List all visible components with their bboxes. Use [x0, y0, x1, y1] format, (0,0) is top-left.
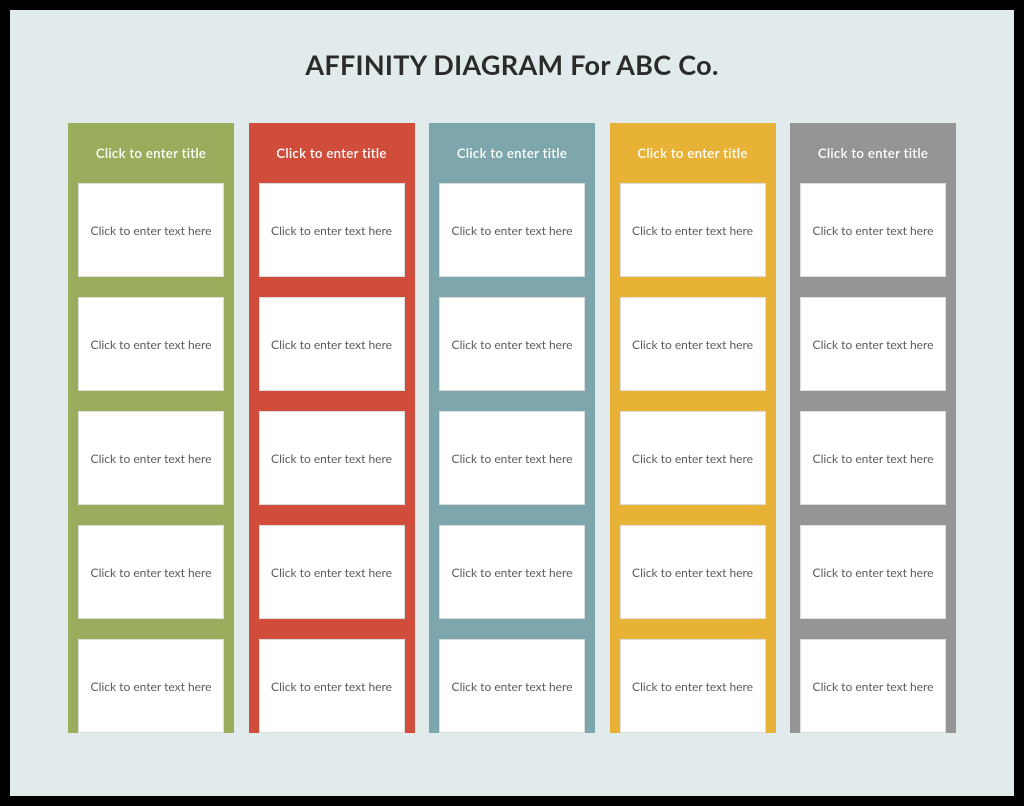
affinity-card[interactable]: Click to enter text here	[78, 639, 224, 733]
outer-frame: AFFINITY DIAGRAM For ABC Co. Click to en…	[0, 0, 1024, 806]
column-title[interactable]: Click to enter title	[610, 123, 776, 183]
page-title[interactable]: AFFINITY DIAGRAM For ABC Co.	[10, 48, 1014, 81]
diagram-canvas: AFFINITY DIAGRAM For ABC Co. Click to en…	[10, 10, 1014, 796]
affinity-column: Click to enter title Click to enter text…	[790, 123, 956, 733]
affinity-column: Click to enter title Click to enter text…	[249, 123, 415, 733]
cards-wrap: Click to enter text here Click to enter …	[249, 183, 415, 733]
affinity-card[interactable]: Click to enter text here	[439, 525, 585, 619]
affinity-card[interactable]: Click to enter text here	[620, 639, 766, 733]
affinity-card[interactable]: Click to enter text here	[800, 411, 946, 505]
columns-container: Click to enter title Click to enter text…	[10, 123, 1014, 733]
affinity-card[interactable]: Click to enter text here	[620, 183, 766, 277]
affinity-card[interactable]: Click to enter text here	[259, 411, 405, 505]
affinity-column: Click to enter title Click to enter text…	[429, 123, 595, 733]
column-title[interactable]: Click to enter title	[249, 123, 415, 183]
affinity-card[interactable]: Click to enter text here	[620, 525, 766, 619]
affinity-card[interactable]: Click to enter text here	[78, 411, 224, 505]
cards-wrap: Click to enter text here Click to enter …	[790, 183, 956, 733]
affinity-card[interactable]: Click to enter text here	[800, 639, 946, 733]
column-title[interactable]: Click to enter title	[429, 123, 595, 183]
affinity-card[interactable]: Click to enter text here	[259, 639, 405, 733]
affinity-card[interactable]: Click to enter text here	[620, 411, 766, 505]
affinity-card[interactable]: Click to enter text here	[78, 525, 224, 619]
affinity-card[interactable]: Click to enter text here	[620, 297, 766, 391]
affinity-card[interactable]: Click to enter text here	[800, 297, 946, 391]
column-title[interactable]: Click to enter title	[790, 123, 956, 183]
column-title[interactable]: Click to enter title	[68, 123, 234, 183]
affinity-card[interactable]: Click to enter text here	[439, 183, 585, 277]
affinity-card[interactable]: Click to enter text here	[800, 183, 946, 277]
affinity-card[interactable]: Click to enter text here	[259, 183, 405, 277]
cards-wrap: Click to enter text here Click to enter …	[429, 183, 595, 733]
affinity-card[interactable]: Click to enter text here	[439, 297, 585, 391]
affinity-card[interactable]: Click to enter text here	[439, 639, 585, 733]
affinity-card[interactable]: Click to enter text here	[439, 411, 585, 505]
affinity-card[interactable]: Click to enter text here	[78, 183, 224, 277]
affinity-column: Click to enter title Click to enter text…	[68, 123, 234, 733]
affinity-card[interactable]: Click to enter text here	[800, 525, 946, 619]
cards-wrap: Click to enter text here Click to enter …	[68, 183, 234, 733]
affinity-card[interactable]: Click to enter text here	[259, 525, 405, 619]
affinity-column: Click to enter title Click to enter text…	[610, 123, 776, 733]
affinity-card[interactable]: Click to enter text here	[259, 297, 405, 391]
cards-wrap: Click to enter text here Click to enter …	[610, 183, 776, 733]
affinity-card[interactable]: Click to enter text here	[78, 297, 224, 391]
